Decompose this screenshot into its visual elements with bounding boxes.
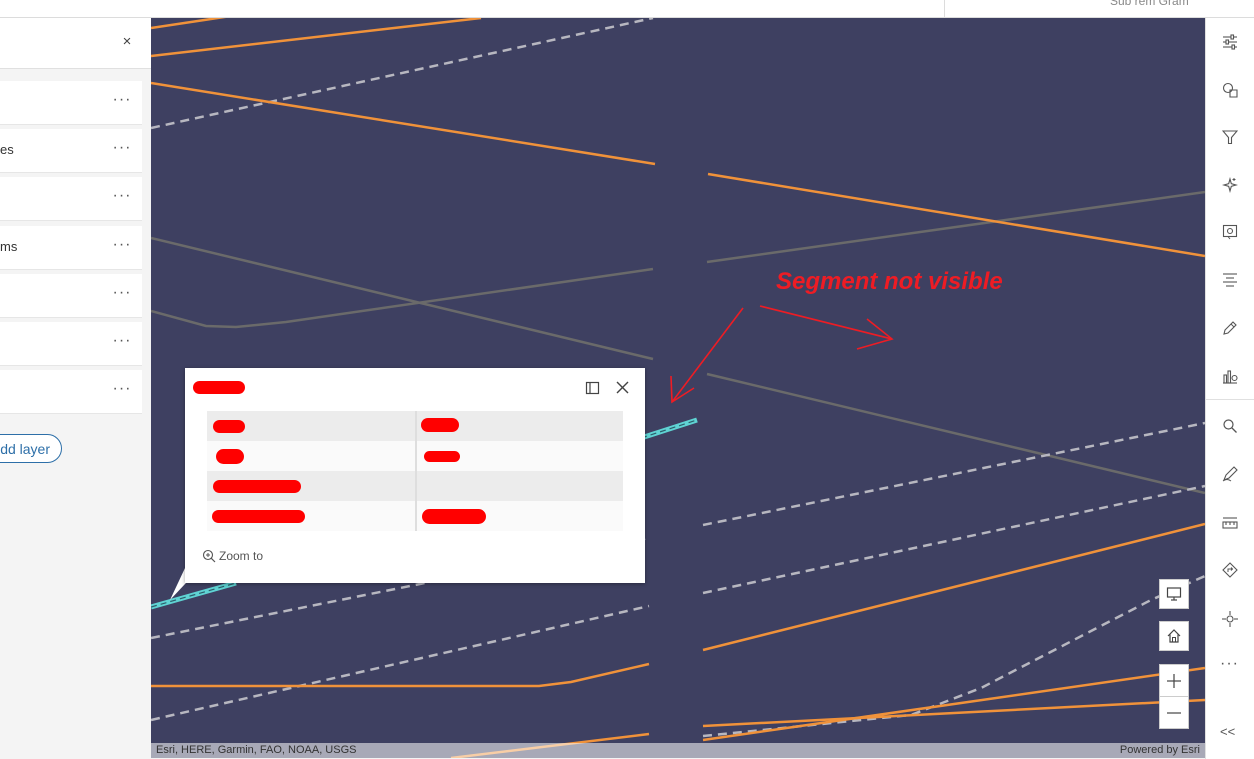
directions-icon	[1222, 562, 1238, 578]
zoom-in-button[interactable]	[1159, 664, 1189, 697]
layer-item[interactable]: ···	[0, 274, 142, 318]
redacted-value	[422, 509, 486, 524]
zoom-out-button[interactable]	[1159, 696, 1189, 729]
redacted-field	[213, 420, 245, 433]
gear-config-icon	[1222, 224, 1238, 240]
filter-icon	[1222, 130, 1238, 145]
measure-icon	[1222, 517, 1238, 529]
layers-panel-header: ×	[0, 18, 151, 69]
top-bar-divider	[944, 0, 945, 17]
redacted-field	[212, 510, 305, 523]
redacted-value	[421, 418, 459, 432]
zoom-in-icon	[202, 549, 216, 563]
home-icon	[1167, 629, 1181, 643]
zoom-to-label: Zoom to	[219, 549, 264, 563]
toolbar-divider	[1206, 399, 1254, 400]
configure-popup-tool[interactable]	[1218, 220, 1242, 244]
collapse-toolbar-button[interactable]: <<	[1220, 724, 1235, 739]
layer-item[interactable]: ···	[0, 81, 142, 125]
layers-panel: × ··· es ··· ··· ms ··· ··· ··· ··· dd l…	[0, 18, 151, 759]
search-icon	[1223, 419, 1237, 433]
layer-item[interactable]: ···	[0, 370, 142, 414]
close-icon[interactable]	[615, 380, 631, 396]
edit-tool[interactable]	[1218, 316, 1242, 340]
sketch-icon	[1222, 466, 1238, 482]
redacted-field	[213, 480, 301, 493]
top-bar: Sub rem Gram	[0, 0, 1254, 18]
list-icon	[1223, 273, 1237, 287]
layer-options-icon[interactable]: ···	[112, 186, 132, 206]
layer-item[interactable]: ···	[0, 322, 142, 366]
charts-tool[interactable]	[1218, 364, 1242, 388]
properties-tool[interactable]	[1218, 30, 1242, 54]
chart-settings-icon	[1223, 370, 1238, 384]
locate-icon	[1222, 611, 1238, 627]
zoom-to-action[interactable]: Zoom to	[202, 549, 263, 563]
redacted-field	[216, 449, 244, 464]
layer-options-icon[interactable]: ···	[112, 379, 132, 399]
table-row	[207, 501, 623, 531]
measure-tool[interactable]	[1218, 510, 1242, 534]
more-tools-icon[interactable]: ···	[1220, 655, 1239, 673]
settings-sliders-icon	[1223, 34, 1237, 50]
labels-tool[interactable]	[1218, 268, 1242, 292]
add-layer-button[interactable]: dd layer	[0, 434, 62, 463]
pen-icon	[1223, 321, 1237, 335]
layer-item-label: ms	[0, 239, 18, 254]
styles-tool[interactable]	[1218, 78, 1242, 102]
popup-attribute-table	[207, 411, 623, 531]
powered-by[interactable]: Powered by Esri	[1120, 744, 1200, 756]
map-attribution: Esri, HERE, Garmin, FAO, NOAA, USGS Powe…	[151, 743, 1205, 758]
table-row	[207, 471, 623, 501]
layer-item-label: es	[0, 142, 14, 157]
right-toolbar: ··· <<	[1205, 18, 1254, 759]
layer-item[interactable]: ···	[0, 177, 142, 221]
sparkle-icon	[1222, 177, 1238, 193]
layer-options-icon[interactable]: ···	[112, 90, 132, 110]
annotation-arrows	[670, 305, 894, 404]
layer-options-icon[interactable]: ···	[112, 331, 132, 351]
plus-icon	[1167, 673, 1181, 688]
directions-tool[interactable]	[1218, 558, 1242, 582]
layer-options-icon[interactable]: ···	[112, 283, 132, 303]
top-bar-label: Sub rem Gram	[1110, 0, 1189, 8]
layer-item[interactable]: ms ···	[0, 226, 142, 270]
filter-tool[interactable]	[1218, 125, 1242, 149]
layer-item[interactable]: es ···	[0, 129, 142, 173]
add-layer-label: dd layer	[0, 441, 50, 457]
annotation-label: Segment not visible	[776, 268, 1003, 295]
fullscreen-button[interactable]	[1159, 579, 1189, 609]
sketch-tool[interactable]	[1218, 462, 1242, 486]
home-button[interactable]	[1159, 621, 1189, 651]
attribution-sources[interactable]: Esri, HERE, Garmin, FAO, NOAA, USGS	[156, 744, 356, 756]
search-tool[interactable]	[1218, 414, 1242, 438]
feature-popup: Zoom to	[185, 368, 645, 583]
minus-icon	[1167, 711, 1181, 714]
shapes-icon	[1222, 82, 1238, 98]
table-row	[207, 411, 623, 441]
effects-tool[interactable]	[1218, 173, 1242, 197]
monitor-icon	[1166, 587, 1182, 601]
popup-title-redacted	[193, 381, 245, 394]
layer-options-icon[interactable]: ···	[112, 138, 132, 158]
redacted-value	[424, 451, 460, 462]
locate-tool[interactable]	[1218, 607, 1242, 631]
table-row	[207, 441, 623, 471]
close-icon[interactable]: ×	[118, 33, 136, 51]
layer-options-icon[interactable]: ···	[112, 235, 132, 255]
dock-icon[interactable]	[585, 380, 601, 396]
